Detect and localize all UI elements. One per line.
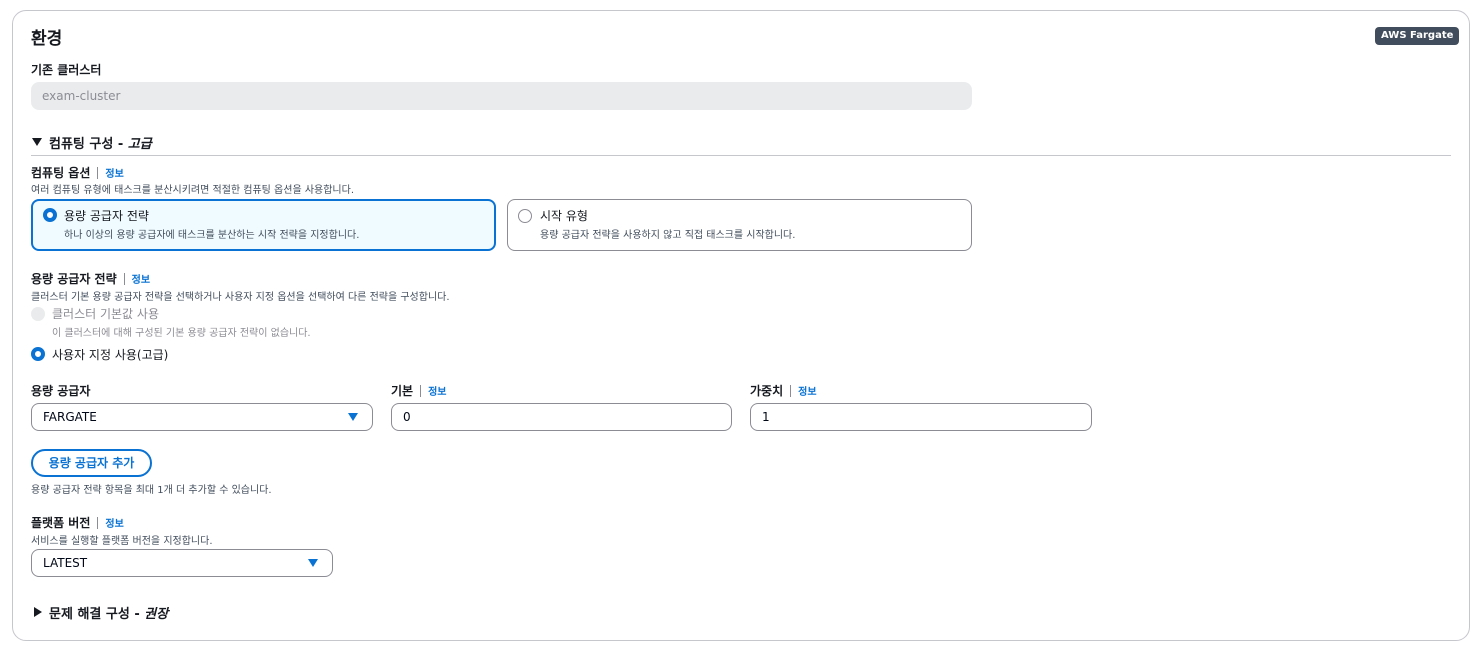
chevron-down-icon[interactable] [348, 413, 358, 421]
provider-label: 용량 공급자 [31, 384, 91, 398]
radio-launch-type[interactable] [518, 209, 532, 223]
troubleshooting-expander[interactable]: 문제 해결 구성 - 권장 [49, 603, 168, 622]
chevron-down-icon[interactable] [308, 559, 318, 567]
caret-right-icon[interactable] [34, 607, 42, 617]
tile-desc: 하나 이상의 용량 공급자에 태스크를 분산하는 시작 전략을 지정합니다. [64, 230, 360, 241]
radio-cluster-default-label: 클러스터 기본값 사용 [52, 307, 159, 321]
strategy-desc: 클러스터 기본 용량 공급자 전략을 선택하거나 사용자 지정 옵션을 선택하여… [31, 292, 450, 303]
compute-config-divider [31, 155, 1451, 156]
tile-desc: 용량 공급자 전략을 사용하지 않고 직접 태스크를 시작합니다. [540, 230, 796, 241]
info-link[interactable]: 정보 [798, 387, 816, 398]
existing-cluster-input: exam-cluster [31, 82, 972, 110]
info-link[interactable]: 정보 [105, 519, 123, 530]
radio-capacity-provider-strategy[interactable] [43, 208, 57, 222]
radio-custom-label[interactable]: 사용자 지정 사용(고급) [52, 346, 168, 363]
radio-cluster-default-desc: 이 클러스터에 대해 구성된 기본 용량 공급자 전략이 없습니다. [52, 328, 311, 339]
info-link[interactable]: 정보 [428, 387, 446, 398]
caret-down-icon[interactable] [32, 138, 42, 146]
provider-select[interactable]: FARGATE [31, 403, 373, 431]
compute-options-desc: 여러 컴퓨팅 유형에 태스크를 분산시키려면 적절한 컴퓨팅 옵션을 사용합니다… [31, 185, 355, 196]
base-label: 기본 정보 [391, 384, 447, 398]
platform-label: 플랫폼 버전 정보 [31, 516, 124, 530]
tile-title: 용량 공급자 전략 [64, 209, 149, 223]
compute-options-label: 컴퓨팅 옵션 정보 [31, 166, 124, 180]
tile-title: 시작 유형 [540, 209, 588, 223]
fargate-badge: AWS Fargate [1375, 27, 1460, 45]
platform-desc: 서비스를 실행할 플랫폼 버전을 지정합니다. [31, 536, 213, 547]
strategy-label: 용량 공급자 전략 정보 [31, 272, 151, 286]
info-link[interactable]: 정보 [132, 275, 150, 286]
section-title: 환경 [31, 29, 63, 49]
compute-config-expander[interactable]: 컴퓨팅 구성 - 고급 [49, 133, 152, 152]
add-provider-hint: 용량 공급자 전략 항목을 최대 1개 더 추가할 수 있습니다. [31, 485, 272, 496]
base-input[interactable]: 0 [391, 403, 732, 431]
radio-cluster-default [31, 307, 45, 321]
info-link[interactable]: 정보 [105, 169, 123, 180]
weight-input[interactable]: 1 [750, 403, 1092, 431]
radio-custom[interactable] [31, 347, 45, 361]
existing-cluster-label: 기존 클러스터 [31, 63, 102, 77]
platform-select[interactable]: LATEST [31, 549, 333, 577]
add-capacity-provider-button[interactable]: 용량 공급자 추가 [31, 449, 152, 477]
weight-label: 가중치 정보 [750, 384, 817, 398]
